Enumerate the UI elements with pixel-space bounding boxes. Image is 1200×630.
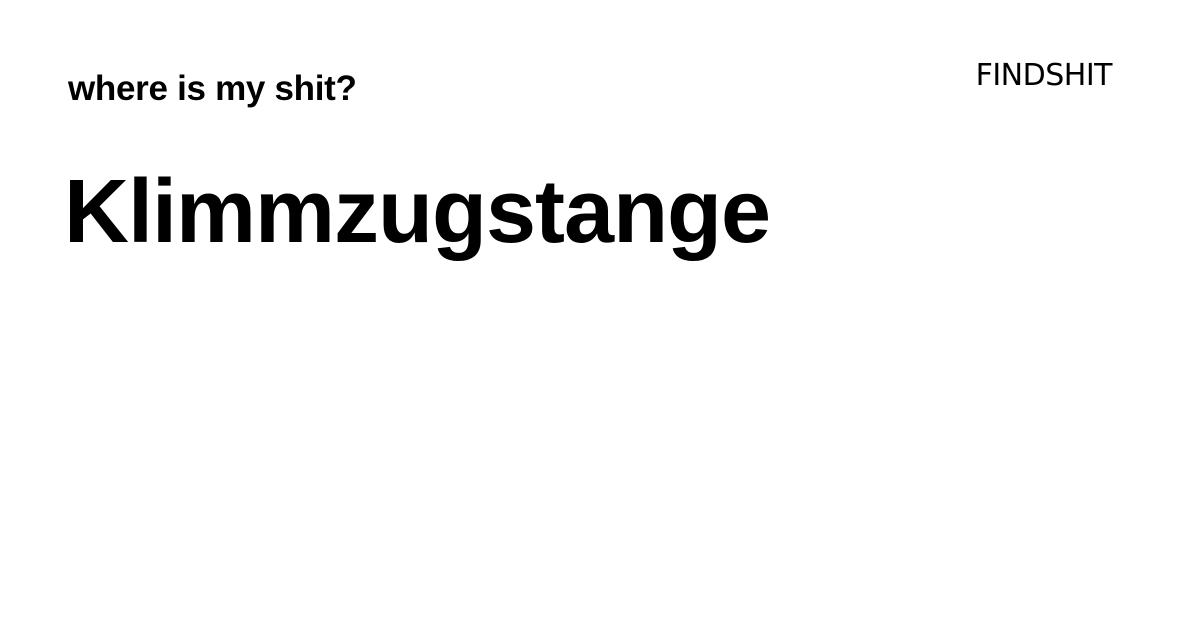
page-title: Klimmzugstange: [64, 162, 771, 262]
site-tagline: where is my shit?: [68, 69, 357, 108]
brand-logo[interactable]: FINDSHIT: [976, 57, 1113, 95]
